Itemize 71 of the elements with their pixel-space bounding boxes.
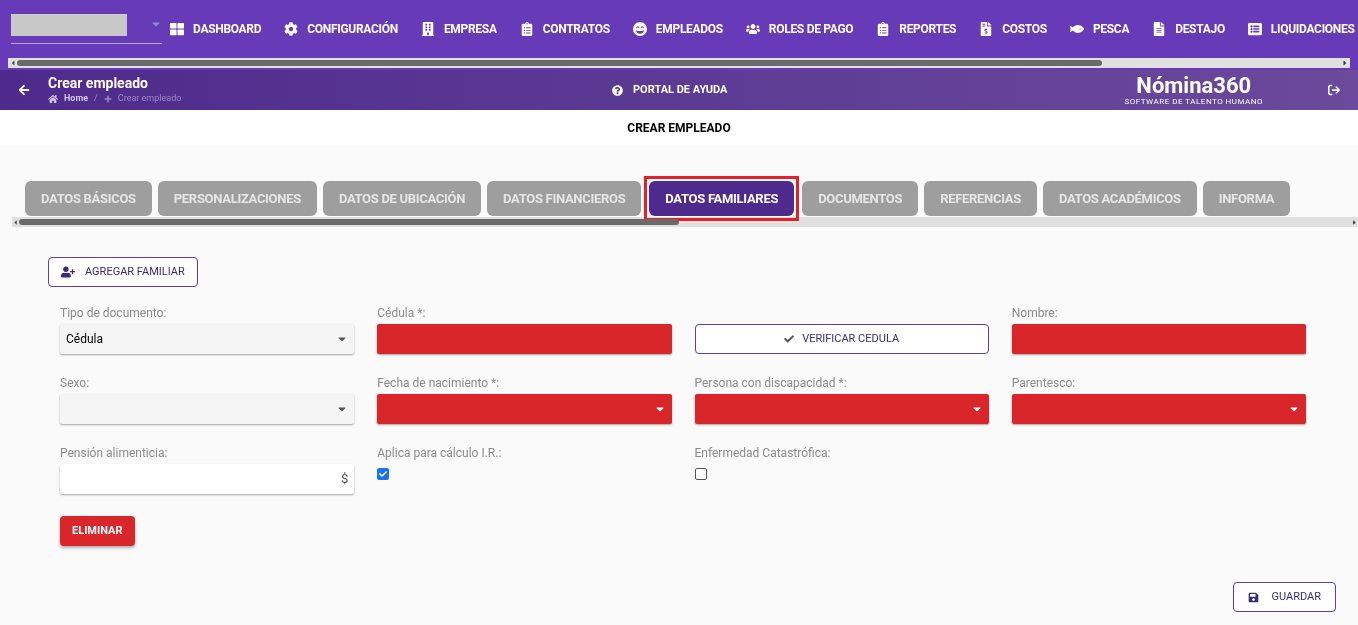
people-icon (745, 22, 760, 36)
fish-icon (1069, 22, 1084, 36)
scroll-left-icon[interactable] (12, 218, 19, 226)
document-icon (1152, 22, 1167, 36)
back-arrow-icon[interactable] (18, 84, 30, 96)
input-field[interactable] (377, 324, 672, 354)
nav-link[interactable]: CONFIGURACIÓN (284, 20, 398, 38)
field-label: Fecha de nacimiento *: (377, 375, 501, 392)
company-select[interactable] (11, 14, 162, 44)
field-label: Pensión alimenticia: (60, 445, 169, 462)
add-family-button[interactable]: AGREGAR FAMILIAR (48, 257, 198, 287)
nav-link[interactable]: ROLES DE PAGO (745, 20, 854, 38)
nav-link[interactable]: CONTRATOS (519, 20, 610, 38)
save-icon (1248, 591, 1260, 603)
gear-icon (284, 22, 299, 36)
select-field[interactable] (377, 394, 672, 424)
help-portal-link[interactable]: PORTAL DE AYUDA (612, 81, 728, 99)
input-field[interactable] (1011, 324, 1306, 354)
currency-suffix: $ (340, 470, 349, 489)
nav-link[interactable]: PESCA (1069, 20, 1130, 38)
page-header-title: Crear empleado (48, 75, 149, 92)
list-icon (1247, 22, 1262, 36)
logout-icon[interactable] (1328, 84, 1340, 96)
face-icon (632, 22, 647, 36)
tab[interactable]: DATOS FAMILIARES (649, 181, 795, 216)
building-icon (420, 22, 435, 36)
help-icon (612, 84, 623, 96)
page-title: CREAR EMPLEADO (627, 119, 731, 137)
select-field[interactable] (694, 394, 989, 424)
nav-link[interactable]: DASHBOARD (170, 20, 262, 38)
checkbox[interactable] (694, 468, 707, 480)
scroll-left-icon[interactable] (9, 59, 17, 67)
grid-icon (170, 22, 184, 36)
clipboard-icon (876, 22, 891, 36)
verify-button[interactable]: VERIFICAR CEDULA (694, 324, 989, 354)
field-label: Sexo: (60, 375, 91, 392)
document-dollar-icon (979, 22, 994, 36)
field-label: Persona con discapacidad *: (694, 375, 848, 392)
plus-icon (103, 94, 112, 103)
field-label: Nombre: (1011, 305, 1059, 322)
check-icon (784, 334, 795, 344)
field-label: Parentesco: (1011, 375, 1077, 392)
clipboard-icon (519, 22, 534, 36)
nav-link[interactable]: COSTOS (979, 20, 1047, 38)
nav-link[interactable]: LIQUIDACIONES (1247, 20, 1355, 38)
breadcrumb-link[interactable]: Home (64, 92, 89, 105)
field-label: Tipo de documento: (60, 305, 168, 322)
breadcrumb-current: Crear empleado (117, 92, 182, 105)
field-label: Aplica para cálculo I.R.: (377, 445, 503, 462)
select-field[interactable] (60, 394, 355, 424)
select-field[interactable] (1011, 394, 1306, 424)
nav-link[interactable]: EMPRESA (420, 20, 497, 38)
field-label: Cédula *: (377, 305, 427, 322)
tabs-scrollbar[interactable] (12, 217, 1358, 227)
delete-button[interactable]: ELIMINAR (60, 516, 135, 546)
scroll-right-icon[interactable] (1341, 59, 1349, 67)
input-field[interactable]: $ (60, 464, 355, 494)
add-user-icon (61, 266, 75, 278)
nav-link[interactable]: DESTAJO (1152, 20, 1225, 38)
nav-link[interactable]: REPORTES (876, 20, 957, 38)
save-button[interactable]: GUARDAR (1233, 582, 1336, 612)
home-icon (48, 93, 58, 104)
checkbox[interactable] (377, 468, 390, 480)
logo-tagline: SOFTWARE DE TALENTO HUMANO (1124, 96, 1263, 106)
select-field[interactable]: Cédula (60, 324, 355, 354)
nav-link[interactable]: EMPLEADOS (632, 20, 723, 38)
horizontal-scrollbar[interactable] (0, 58, 1358, 70)
field-label: Enfermedad Catastrófica: (694, 445, 832, 462)
logo-wordmark: Nómina360 (1136, 74, 1252, 97)
breadcrumb-separator: / (94, 92, 98, 105)
scroll-right-icon[interactable] (1351, 218, 1358, 226)
